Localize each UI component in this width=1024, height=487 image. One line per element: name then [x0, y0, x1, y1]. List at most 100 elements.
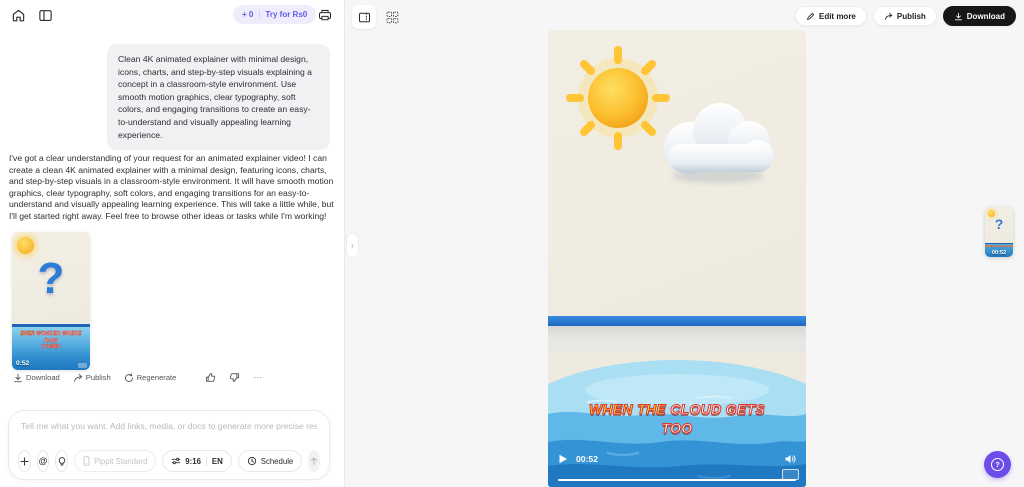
download-icon — [954, 12, 963, 21]
schedule-label: Schedule — [261, 457, 294, 466]
thumbnail-caption-line3: COMES — [41, 344, 60, 350]
arrow-up-icon — [309, 456, 319, 466]
player-controls: 00:52 — [548, 451, 806, 487]
help-button[interactable]: ? — [984, 451, 1011, 478]
thumbs-down-icon — [229, 372, 240, 383]
play-button[interactable] — [558, 454, 568, 464]
grid-view-button[interactable] — [384, 9, 400, 25]
at-icon: @ — [39, 456, 48, 466]
more-options-button[interactable]: ⋯ — [253, 372, 263, 383]
schedule-button[interactable]: Schedule — [238, 450, 303, 472]
thumbnail-caption: EVER WONDER WHERE RAIN COMES — [12, 331, 90, 351]
prompt-composer: @ Pippit Standard 9:1 — [8, 410, 330, 480]
credits-count: + 0 — [242, 10, 253, 19]
publish-video-label: Publish — [897, 12, 926, 21]
trial-offer-label: Try for Rs0 — [265, 10, 307, 19]
desk-graphic — [548, 326, 806, 352]
model-selector[interactable]: Pippit Standard — [74, 450, 156, 472]
result-actions-row: Download Publish Regenerate — [13, 372, 263, 383]
model-icon — [83, 456, 90, 466]
cloud-graphic — [650, 88, 782, 188]
model-label: Pippit Standard — [94, 457, 147, 466]
thumbs-up-icon — [205, 372, 216, 383]
home-icon — [11, 8, 26, 23]
download-video-label: Download — [967, 12, 1005, 21]
playback-time: 00:52 — [576, 454, 598, 464]
sliders-icon — [171, 456, 181, 466]
water-graphic: WHEN THE CLOUD 00:52 — [985, 243, 1013, 257]
mini-preview-card[interactable]: ? WHEN THE CLOUD 00:52 — [985, 207, 1013, 257]
ideas-button[interactable] — [55, 450, 68, 472]
sidebar-toggle-button[interactable] — [36, 6, 55, 25]
user-message-bubble: Clean 4K animated explainer with minimal… — [107, 44, 330, 150]
chevron-left-icon: ‹ — [351, 241, 354, 250]
thumbs-up-button[interactable] — [205, 372, 216, 383]
lightbulb-icon — [57, 456, 67, 466]
water-graphic: EVER WONDER WHERE RAIN COMES 0:52 — [12, 324, 90, 370]
mention-button[interactable]: @ — [37, 450, 50, 472]
mini-caption: WHEN THE CLOUD — [985, 245, 1013, 248]
regenerate-icon — [124, 373, 134, 383]
print-button[interactable] — [316, 6, 333, 23]
home-button[interactable] — [9, 6, 28, 25]
single-view-button[interactable] — [352, 5, 376, 29]
preview-panel: ‹ Edit more Publish Download — [345, 0, 1024, 487]
thumbnail-duration: 0:52 — [16, 360, 29, 367]
watermark — [78, 363, 87, 368]
user-message-text: Clean 4K animated explainer with minimal… — [118, 54, 312, 140]
sidebar-panel-icon — [38, 8, 53, 23]
publish-result-button[interactable]: Publish — [73, 373, 111, 383]
preview-toolbar: Edit more Publish Download — [795, 6, 1016, 26]
panel-collapse-handle[interactable]: ‹ — [346, 233, 359, 258]
regenerate-label: Regenerate — [137, 373, 177, 382]
regenerate-button[interactable]: Regenerate — [124, 373, 177, 383]
ratio-label: 9:16 — [185, 457, 201, 466]
grid-view-icon — [386, 11, 399, 24]
video-player[interactable]: WHEN THE CLOUD GETS TOO 00:52 — [548, 30, 806, 487]
volume-button[interactable] — [784, 453, 796, 465]
caption-yellow-part: WHEN THE — [589, 401, 666, 417]
pencil-icon — [806, 12, 815, 21]
download-result-button[interactable]: Download — [13, 373, 60, 383]
publish-video-button[interactable]: Publish — [873, 6, 937, 26]
ratio-language-selector[interactable]: 9:16 EN — [162, 450, 231, 472]
download-video-button[interactable]: Download — [943, 6, 1016, 26]
thumbnail-caption-rest: WONDER WHERE — [35, 331, 82, 337]
app-window: + 0 | Try for Rs0 Clean 4K animated expl… — [0, 0, 1024, 487]
publish-icon — [884, 12, 893, 21]
credits-pill[interactable]: + 0 | Try for Rs0 — [233, 5, 316, 24]
thumbnail-caption-line2: RAIN — [44, 338, 57, 344]
download-icon — [13, 373, 23, 383]
question-mark-graphic: ? — [12, 254, 90, 304]
assistant-message-text: I've got a clear understanding of your r… — [9, 153, 336, 223]
video-caption: WHEN THE CLOUD GETS TOO — [548, 400, 806, 438]
layout-view-icon — [358, 11, 371, 24]
composer-toolbar: @ Pippit Standard 9:1 — [18, 450, 320, 472]
chat-panel: + 0 | Try for Rs0 Clean 4K animated expl… — [0, 0, 345, 487]
question-mark-graphic: ? — [985, 216, 1013, 232]
caption-white-part: CLOUD GETS — [666, 401, 765, 417]
progress-bar[interactable] — [558, 479, 796, 481]
thumbnail-caption-yellow: EVER — [20, 331, 34, 337]
send-button[interactable] — [308, 450, 320, 472]
sun-icon — [17, 237, 34, 254]
caption-line2: TOO — [662, 420, 693, 436]
plus-icon — [20, 457, 29, 466]
add-attachment-button[interactable] — [18, 450, 31, 472]
edit-more-label: Edit more — [819, 12, 856, 21]
publish-label: Publish — [86, 373, 111, 382]
pill-divider — [206, 457, 207, 466]
printer-icon — [318, 8, 332, 22]
thumbs-down-button[interactable] — [229, 372, 240, 383]
question-icon: ? — [991, 458, 1004, 471]
edit-more-button[interactable]: Edit more — [795, 6, 867, 26]
language-label: EN — [212, 457, 223, 466]
credits-divider: | — [258, 10, 260, 19]
clock-icon — [247, 456, 257, 466]
blue-stripe-graphic — [548, 316, 806, 326]
prompt-input[interactable] — [21, 419, 317, 433]
mini-duration: 00:52 — [985, 250, 1013, 256]
download-label: Download — [26, 373, 60, 382]
result-video-thumbnail[interactable]: ? EVER WONDER WHERE RAIN COMES 0:52 — [12, 232, 90, 370]
publish-icon — [73, 373, 83, 383]
